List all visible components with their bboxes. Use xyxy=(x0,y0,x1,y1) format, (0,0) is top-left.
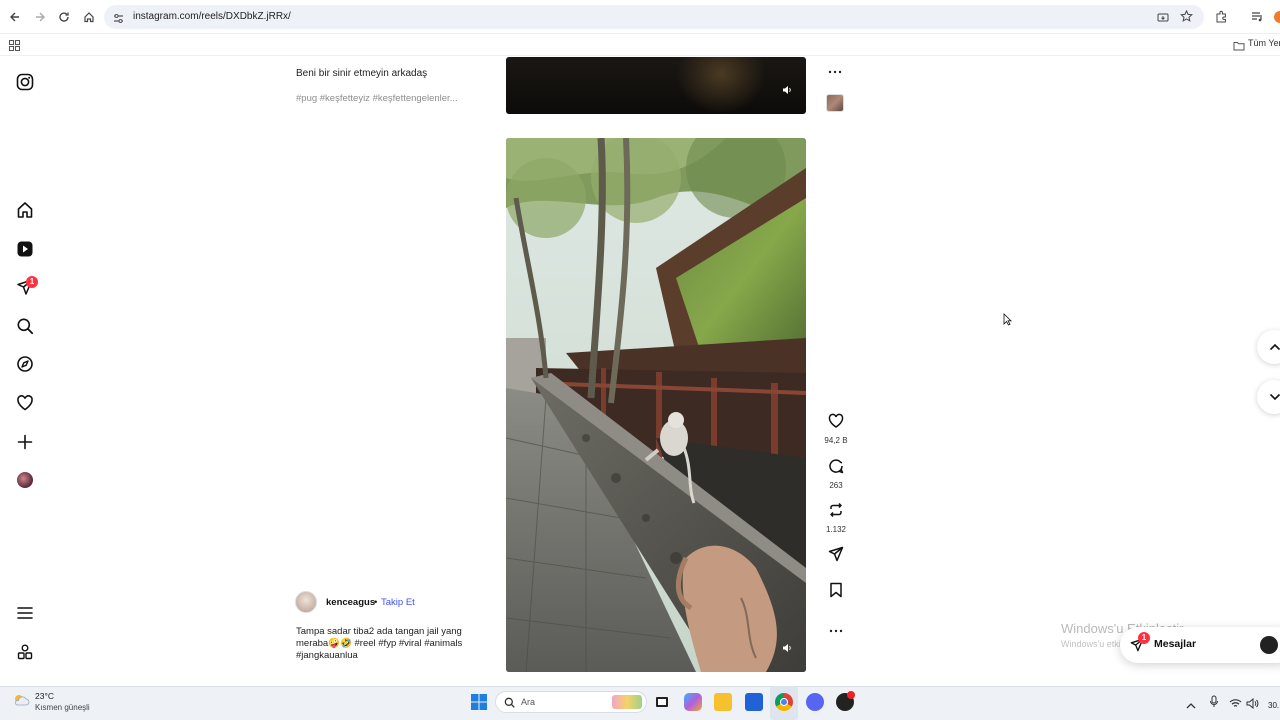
heart-icon[interactable] xyxy=(14,392,36,414)
like-heart-icon[interactable] xyxy=(828,413,844,429)
home-browser-icon[interactable] xyxy=(79,7,99,27)
previous-reel-hashtags[interactable]: #pug #keşfetteyiz #keşfettengelenler... xyxy=(296,93,458,104)
forward-icon[interactable] xyxy=(30,7,50,27)
media-control-icon[interactable] xyxy=(1251,10,1264,28)
create-plus-icon[interactable] xyxy=(14,431,36,453)
share-action[interactable] xyxy=(822,546,850,567)
volume-icon[interactable] xyxy=(782,82,792,100)
previous-reel-audio-thumbnail[interactable] xyxy=(826,94,844,112)
windows-start-icon[interactable] xyxy=(471,694,487,715)
repost-action[interactable]: 1.132 xyxy=(822,502,850,534)
chevron-up-icon xyxy=(1269,343,1280,351)
comment-count: 263 xyxy=(829,481,843,490)
extensions-icon[interactable] xyxy=(1215,10,1228,28)
comment-action[interactable]: 263 xyxy=(822,458,850,490)
temperature[interactable]: 23°C xyxy=(35,691,54,701)
search-highlight-flowers-icon xyxy=(612,695,642,709)
volume-icon[interactable] xyxy=(782,640,792,658)
instagram-logo-icon[interactable] xyxy=(14,71,36,93)
file-explorer-icon[interactable] xyxy=(714,693,732,711)
share-icon[interactable] xyxy=(828,546,844,562)
clock-partial[interactable]: 30. xyxy=(1268,701,1279,710)
back-icon[interactable] xyxy=(5,7,25,27)
also-from-meta-icon[interactable] xyxy=(14,641,36,663)
current-reel-caption-line3: #jangkauanlua xyxy=(296,650,358,661)
messages-label: Mesajlar xyxy=(1154,638,1197,650)
reels-icon[interactable] xyxy=(14,238,36,260)
messages-badge: 1 xyxy=(1138,632,1150,644)
save-bookmark-icon[interactable] xyxy=(829,582,843,598)
apps-grid-icon[interactable] xyxy=(9,38,20,56)
previous-reel-caption: Beni bir sinir etmeyin arkadaş xyxy=(296,68,428,79)
mouse-cursor-icon xyxy=(1003,313,1012,331)
install-app-icon[interactable] xyxy=(1157,11,1169,29)
current-reel-caption-line1: Tampa sadar tiba2 ada tangan jail yang xyxy=(296,626,462,637)
next-reel-button[interactable] xyxy=(1257,380,1280,414)
current-reel-video[interactable] xyxy=(506,138,806,672)
weather-description[interactable]: Kısmen güneşli xyxy=(35,703,90,712)
monkey-temple-scene xyxy=(506,138,806,672)
search-icon[interactable] xyxy=(14,315,36,337)
comment-icon[interactable] xyxy=(828,458,844,474)
weather-icon[interactable] xyxy=(12,692,30,713)
all-bookmarks-label[interactable]: Tüm Yer xyxy=(1248,38,1280,48)
reload-icon[interactable] xyxy=(54,7,74,27)
site-info-icon[interactable] xyxy=(113,11,124,29)
profile-avatar-icon[interactable] xyxy=(1274,11,1280,23)
microsoft-store-icon[interactable] xyxy=(745,693,763,711)
previous-reel-video[interactable] xyxy=(506,57,806,114)
like-action[interactable]: 94,2 B xyxy=(822,413,850,445)
author-username[interactable]: kenceagus xyxy=(326,597,375,608)
previous-reel-button[interactable] xyxy=(1257,330,1280,364)
volume-tray-icon[interactable] xyxy=(1246,696,1259,714)
task-view-icon[interactable] xyxy=(653,693,671,711)
taskbar-search-placeholder: Ara xyxy=(521,697,536,707)
bookmark-star-icon[interactable] xyxy=(1180,9,1193,28)
like-count: 94,2 B xyxy=(824,436,848,445)
folder-icon xyxy=(1233,38,1245,56)
current-reel-caption-line2: meraba🤪🤣 #reel #fyp #viral #animals xyxy=(296,638,463,649)
separator-dot: • xyxy=(374,597,378,608)
follow-button[interactable]: Takip Et xyxy=(381,597,415,608)
bookmarks-bar xyxy=(0,34,1280,56)
chrome-icon[interactable] xyxy=(775,693,793,711)
more-options-icon[interactable] xyxy=(822,621,850,639)
app-with-badge-icon[interactable] xyxy=(836,691,855,711)
url-text[interactable]: instagram.com/reels/DXDbkZ.jRRx/ xyxy=(133,11,291,22)
messages-avatar xyxy=(1260,636,1278,654)
chevron-down-icon xyxy=(1269,393,1280,401)
wifi-icon[interactable] xyxy=(1229,696,1242,714)
author-avatar[interactable] xyxy=(295,591,317,613)
taskbar-search-box[interactable]: Ara xyxy=(495,691,647,713)
home-icon[interactable] xyxy=(14,199,36,221)
microphone-icon[interactable] xyxy=(1209,695,1219,713)
taskbar-search-icon xyxy=(504,697,515,708)
show-hidden-icons-chevron-icon[interactable] xyxy=(1186,697,1196,715)
previous-reel-more-icon[interactable] xyxy=(828,62,842,80)
menu-icon[interactable] xyxy=(14,602,36,624)
repost-icon[interactable] xyxy=(828,502,844,518)
save-action[interactable] xyxy=(822,582,850,603)
copilot-icon[interactable] xyxy=(684,693,702,711)
repost-count: 1.132 xyxy=(825,525,847,534)
explore-icon[interactable] xyxy=(14,353,36,375)
messages-pill[interactable]: 1 Mesajlar xyxy=(1120,627,1280,663)
discord-icon[interactable] xyxy=(806,693,824,711)
notifications-badge: 1 xyxy=(26,276,38,288)
profile-avatar[interactable] xyxy=(14,469,36,491)
